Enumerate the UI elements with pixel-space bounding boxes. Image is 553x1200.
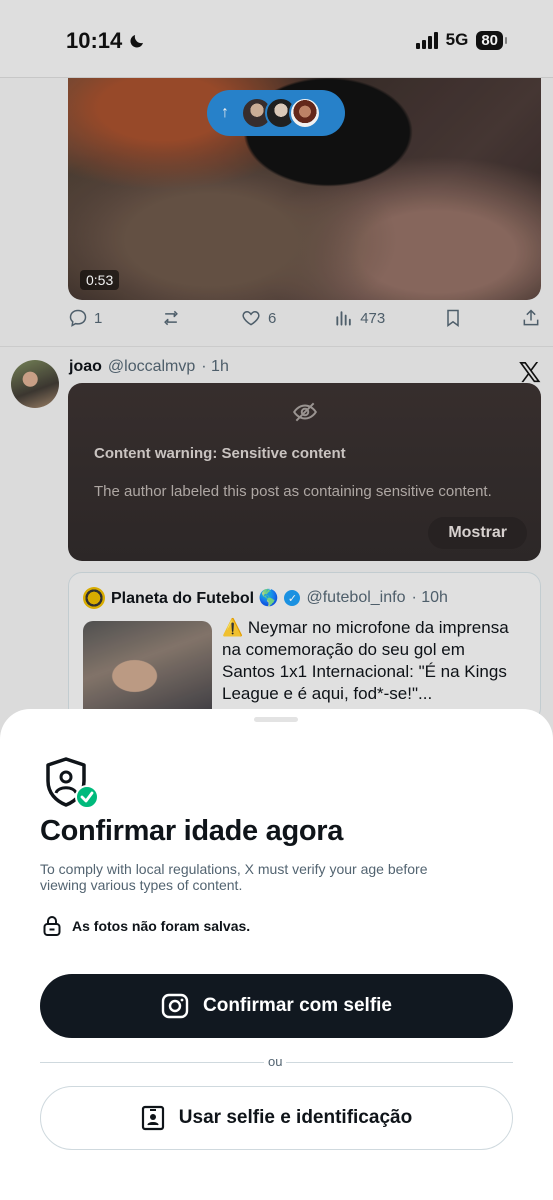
view-count: 473: [360, 309, 386, 327]
quote-text: ⚠️ Neymar no microfone da imprensa na co…: [222, 618, 509, 703]
like-count: 6: [268, 309, 277, 327]
moon-icon: [130, 35, 144, 48]
confirm-selfie-button[interactable]: Confirmar com selfie: [40, 974, 513, 1038]
quote-thumbnail: [83, 621, 212, 721]
quote-time: · 10h: [411, 589, 448, 606]
clock-text: 10:14: [66, 28, 123, 53]
id-card-icon: [141, 1105, 164, 1131]
avatar[interactable]: [11, 360, 59, 408]
new-posts-pill[interactable]: ↑: [207, 90, 345, 136]
age-verification-sheet: Confirmar idade agora To comply with loc…: [0, 709, 553, 1200]
avatar: [289, 97, 321, 129]
heart-icon: [242, 310, 260, 326]
author-handle[interactable]: @loccalmvp: [108, 358, 195, 376]
selfie-and-id-button[interactable]: Usar selfie e identificação: [40, 1086, 513, 1150]
quoted-post[interactable]: Planeta do Futebol 🌎 ✓ @futebol_info · 1…: [68, 572, 541, 722]
network-type: 5G: [445, 30, 469, 49]
privacy-note-text: As fotos não foram salvas.: [72, 918, 251, 934]
sensitive-content-card: Content warning: Sensitive content The a…: [68, 383, 541, 561]
post-header: joao @loccalmvp · 1h: [69, 358, 229, 376]
post-actions: 1 6 473: [68, 308, 541, 328]
reply-count: 1: [94, 309, 103, 327]
or-divider: ou: [40, 1054, 513, 1070]
sheet-description: To comply with local regulations, X must…: [40, 861, 428, 893]
confirm-selfie-label: Confirmar com selfie: [203, 995, 392, 1016]
retweet-icon: [164, 310, 179, 326]
reply-icon: [69, 309, 87, 327]
selfie-and-id-label: Usar selfie e identificação: [178, 1107, 413, 1128]
privacy-note: As fotos não foram salvas.: [42, 915, 250, 937]
signal-icon: [415, 31, 438, 49]
warning-title: Content warning: Sensitive content: [94, 445, 346, 462]
shield-check-icon: [46, 757, 99, 809]
sheet-drag-handle[interactable]: [254, 717, 298, 722]
views-button[interactable]: 473: [334, 308, 385, 328]
share-button[interactable]: [521, 308, 541, 328]
show-content-button[interactable]: Mostrar: [428, 517, 527, 549]
avatar: [83, 587, 105, 609]
or-label: ou: [264, 1054, 287, 1069]
camera-icon: [161, 993, 189, 1019]
sheet-title: Confirmar idade agora: [40, 815, 344, 847]
quote-header: Planeta do Futebol 🌎 ✓ @futebol_info · 1…: [83, 587, 448, 609]
battery-icon: 80: [476, 30, 507, 50]
lock-icon: [43, 916, 61, 936]
verified-badge-icon: ✓: [284, 590, 301, 606]
quote-author-handle: @futebol_info: [306, 589, 406, 606]
eye-off-icon: [293, 402, 317, 422]
post-time: · 1h: [201, 358, 229, 375]
author-name[interactable]: joao: [69, 358, 102, 376]
bookmark-button[interactable]: [443, 308, 463, 328]
like-button[interactable]: 6: [240, 308, 276, 328]
video-duration: 0:53: [80, 270, 120, 290]
arrow-up-icon: ↑: [221, 104, 229, 121]
post-divider: [0, 346, 553, 347]
bar-chart-icon: [336, 311, 351, 326]
share-icon: [523, 309, 539, 326]
warning-body: The author labeled this post as containi…: [94, 483, 492, 500]
status-indicators: 5G 80: [415, 30, 507, 50]
bookmark-icon: [447, 309, 459, 327]
status-bar: 10:14 5G 80: [0, 0, 553, 78]
status-time: 10:14: [66, 28, 146, 54]
retweet-button[interactable]: [160, 308, 182, 328]
quote-author-name: Planeta do Futebol 🌎: [111, 590, 279, 607]
reply-button[interactable]: 1: [68, 308, 102, 328]
